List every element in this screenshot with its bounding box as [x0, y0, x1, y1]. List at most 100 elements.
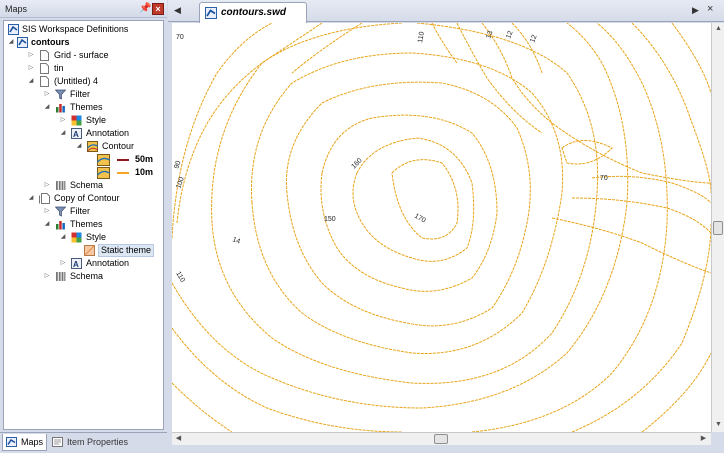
- themes-icon: [56, 221, 65, 230]
- contour-line: [391, 159, 459, 240]
- tree-root[interactable]: SIS Workspace Definitions: [8, 23, 163, 36]
- expand-icon[interactable]: ▷: [43, 270, 51, 283]
- document-copy-icon: [39, 193, 50, 204]
- collapse-icon[interactable]: ◢: [27, 75, 35, 88]
- tree-item-static-theme[interactable]: Static theme: [84, 244, 159, 257]
- map-icon: [17, 37, 28, 48]
- tree-item-style[interactable]: ▷ Style: [59, 114, 159, 127]
- contour-line: [431, 23, 458, 64]
- contour-line: [251, 52, 564, 354]
- tree-item-contours[interactable]: ◢ contours: [7, 36, 162, 49]
- tree-item-tin[interactable]: ▷ tin: [27, 62, 157, 75]
- legend-swatch: [117, 172, 129, 174]
- document-icon: [40, 76, 49, 87]
- contour-label: 70: [600, 175, 608, 182]
- tree-item-copy-of-contour[interactable]: ◢ Copy of Contour: [27, 192, 157, 205]
- tree-item-label: Static theme: [98, 244, 155, 257]
- legend-item-50m: 50m: [97, 153, 159, 166]
- expand-icon[interactable]: ▷: [27, 49, 35, 62]
- collapse-icon[interactable]: ◢: [59, 231, 67, 244]
- map-document-icon: [205, 7, 217, 19]
- scroll-right-icon[interactable]: ▶: [697, 434, 710, 442]
- tree-item-filter[interactable]: ▷ Filter: [43, 205, 158, 218]
- scroll-tabs-left-icon[interactable]: ◀: [174, 5, 181, 16]
- annotation-icon: A: [71, 258, 82, 269]
- tree-item-label: Style: [86, 115, 107, 125]
- contour-label: 70: [176, 34, 184, 41]
- tree-item-annotation[interactable]: ▷ A Annotation: [59, 257, 159, 270]
- horizontal-scroll-thumb[interactable]: [434, 434, 448, 444]
- style-icon: [71, 232, 82, 243]
- tree-item-grid-surface[interactable]: ▷ Grid - surface: [27, 49, 157, 62]
- close-document-icon[interactable]: ×: [707, 3, 713, 15]
- tree-item-label: Copy of Contour: [54, 193, 120, 203]
- expand-icon[interactable]: ▷: [43, 179, 51, 192]
- tree-item-label: contours: [31, 37, 70, 47]
- contour-theme-icon: [87, 141, 98, 152]
- contour-line: [631, 23, 711, 194]
- scroll-tabs-right-icon[interactable]: ▶: [692, 5, 699, 16]
- expand-icon[interactable]: ▷: [59, 257, 67, 270]
- pin-icon[interactable]: 📌: [139, 3, 151, 15]
- legend-item-10m: 10m: [97, 166, 159, 179]
- tree-item-label: Style: [86, 232, 107, 242]
- tree-item-annotation[interactable]: ◢ A Annotation: [59, 127, 159, 140]
- contour-legend-icon: [97, 154, 110, 166]
- scroll-left-icon[interactable]: ◀: [172, 434, 185, 442]
- tree-item-label: Annotation: [86, 128, 130, 138]
- vertical-scroll-thumb[interactable]: [713, 221, 723, 235]
- expand-icon[interactable]: ▷: [59, 114, 67, 127]
- collapse-icon[interactable]: ◢: [7, 36, 15, 49]
- tree-item-untitled-4[interactable]: ◢ (Untitled) 4: [27, 75, 157, 88]
- schema-icon: [56, 181, 66, 190]
- contour-line: [671, 23, 711, 94]
- scroll-up-icon[interactable]: ▲: [712, 25, 724, 32]
- close-panel-icon[interactable]: ×: [152, 3, 164, 15]
- tree-item-schema[interactable]: ▷ Schema: [43, 179, 158, 192]
- collapse-icon[interactable]: ◢: [43, 101, 51, 114]
- collapse-icon[interactable]: ◢: [75, 140, 83, 153]
- contour-label: 12: [529, 34, 538, 44]
- document-tab-label: contours.swd: [221, 7, 287, 18]
- contour-label: 14: [231, 236, 241, 245]
- expand-icon[interactable]: ▷: [43, 88, 51, 101]
- tree-item-label: Themes: [70, 102, 103, 112]
- tab-label: Maps: [21, 437, 44, 447]
- collapse-icon[interactable]: ◢: [59, 127, 67, 140]
- tab-contours-swd[interactable]: contours.swd: [199, 2, 307, 23]
- tree-item-themes[interactable]: ◢ Themes: [43, 218, 158, 231]
- workspace-icon: [8, 24, 19, 35]
- tree-item-style[interactable]: ◢ Style: [59, 231, 159, 244]
- tree-item-themes[interactable]: ◢ Themes: [43, 101, 158, 114]
- contour-label: 110: [174, 271, 186, 284]
- horizontal-scrollbar[interactable]: ◀ ▶: [172, 432, 711, 445]
- tree-item-filter[interactable]: ▷ Filter: [43, 88, 158, 101]
- expand-icon[interactable]: ▷: [43, 205, 51, 218]
- workspace-tree: SIS Workspace Definitions ◢ contours ▷ G…: [3, 20, 164, 430]
- tree-item-schema[interactable]: ▷ Schema: [43, 270, 158, 283]
- tab-maps[interactable]: Maps: [2, 434, 47, 451]
- contour-label: 170: [413, 213, 427, 225]
- collapse-icon[interactable]: ◢: [43, 218, 51, 231]
- vertical-scrollbar[interactable]: ▲ ▼: [711, 23, 724, 432]
- svg-text:A: A: [73, 130, 79, 139]
- tab-label: Item Properties: [67, 437, 129, 447]
- panel-title: Maps: [5, 4, 28, 14]
- tree-item-label: tin: [54, 63, 64, 73]
- document-area: ◀ contours.swd ▶ × 70 110 13 12 12 90 10…: [168, 0, 724, 453]
- maps-panel: Maps 📌 × SIS Workspace Definitions ◢ con…: [0, 0, 167, 453]
- collapse-icon[interactable]: ◢: [27, 192, 35, 205]
- tab-item-properties[interactable]: Item Properties: [49, 434, 133, 451]
- expand-icon[interactable]: ▷: [27, 62, 35, 75]
- tree-item-contour[interactable]: ◢ Contour: [75, 140, 160, 153]
- tree-item-label: Contour: [102, 141, 135, 151]
- contour-line: [211, 23, 403, 224]
- map-canvas[interactable]: 70 110 13 12 12 90 100 160 150 170 14 11…: [172, 23, 711, 432]
- contour-label: 150: [324, 216, 336, 223]
- scroll-down-icon[interactable]: ▼: [712, 421, 724, 428]
- contour-label: 160: [350, 157, 363, 170]
- contour-map[interactable]: 70 110 13 12 12 90 100 160 150 170 14 11…: [172, 23, 711, 432]
- tree-item-label: (Untitled) 4: [54, 76, 99, 86]
- tree-item-label: Schema: [70, 271, 104, 281]
- annotation-icon: A: [71, 128, 82, 139]
